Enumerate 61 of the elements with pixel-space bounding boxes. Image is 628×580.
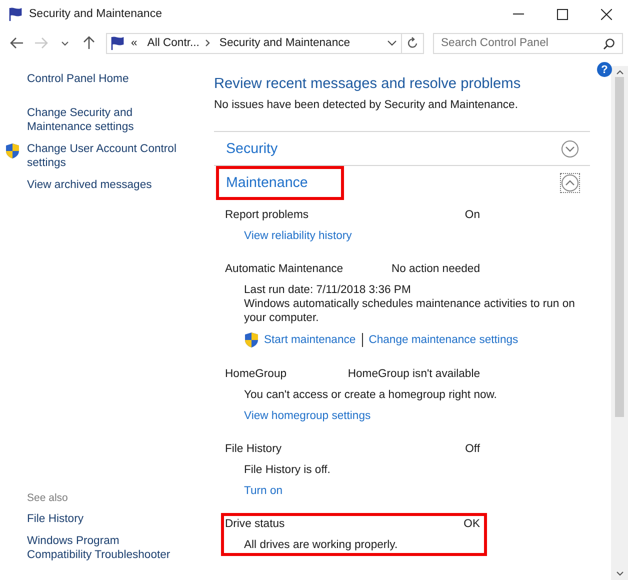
address-bar[interactable]: « All Contr... Security and Maintenance [106, 32, 424, 54]
item-label: HomeGroup [225, 367, 287, 381]
forward-arrow-icon [34, 37, 48, 49]
item-status: Off [465, 442, 480, 456]
close-icon [600, 8, 612, 20]
item-link[interactable]: View reliability history [244, 229, 352, 243]
collapse-button[interactable] [560, 172, 580, 192]
flag-icon [110, 36, 125, 50]
see-also-link[interactable]: File History [27, 512, 179, 526]
back-arrow-icon [10, 37, 24, 49]
shield-icon [5, 143, 20, 159]
item-link[interactable]: Start maintenance [264, 333, 356, 347]
window-title: Security and Maintenance [29, 8, 163, 20]
scrollbar[interactable] [611, 66, 628, 580]
sidebar-link[interactable]: View archived messages [27, 178, 179, 192]
maximize-icon [556, 8, 568, 20]
item-label: Report problems [225, 208, 309, 222]
item-label: File History [225, 442, 282, 456]
expand-button[interactable] [560, 138, 580, 158]
item-status: HomeGroup isn't available [348, 367, 480, 381]
caret-icon [61, 40, 69, 46]
chevron-down-icon [561, 140, 579, 158]
flag-icon [8, 6, 23, 22]
item-status: OK [464, 517, 480, 531]
breadcrumb[interactable]: Security and Maintenance [219, 37, 350, 49]
scroll-thumb[interactable] [615, 77, 624, 417]
shield-icon [244, 332, 259, 348]
item-detail: Last run date: 7/11/2018 3:36 PM [244, 283, 412, 297]
up-arrow-icon [83, 36, 95, 50]
section-header[interactable]: Maintenance [226, 174, 308, 190]
chevron-up-icon [561, 174, 579, 192]
chevron-right-icon [205, 39, 212, 47]
help-button[interactable]: ? [597, 62, 612, 77]
page-heading: Review recent messages and resolve problems [214, 76, 522, 92]
item-detail: File History is off. [244, 463, 332, 477]
breadcrumb-overflow[interactable]: « [131, 37, 138, 49]
see-also-heading: See also [27, 492, 69, 504]
refresh-icon [407, 37, 418, 49]
item-label: Automatic Maintenance [225, 262, 344, 276]
item-status: No action needed [391, 262, 480, 276]
sidebar-link[interactable]: Change User Account Control settings [27, 142, 179, 170]
item-link[interactable]: View homegroup settings [244, 409, 371, 423]
item-detail: You can't access or create a homegroup right now. [244, 388, 498, 402]
item-link[interactable]: Change maintenance settings [368, 333, 518, 347]
search-field[interactable]: Search Control Panel [433, 32, 623, 54]
item-label: Drive status [225, 517, 285, 531]
see-also-link[interactable]: Windows Program Compatibility Troubleshooter [27, 534, 179, 562]
section-header[interactable]: Security [226, 140, 278, 156]
breadcrumb[interactable]: All Contr... [147, 37, 200, 49]
item-detail: Windows automatically schedules maintenance activities to run on your computer. [244, 297, 576, 325]
item-link[interactable]: Turn on [244, 484, 283, 498]
dropdown-icon[interactable] [387, 40, 397, 46]
scroll-down-icon[interactable] [616, 571, 624, 576]
sidebar-link[interactable]: Change Security and Maintenance settings [27, 106, 179, 134]
search-icon [603, 38, 615, 50]
item-detail: All drives are working properly. [244, 538, 399, 552]
item-status: On [464, 208, 480, 222]
minimize-icon [512, 13, 524, 15]
scroll-up-icon[interactable] [616, 70, 624, 75]
sidebar-link[interactable]: Control Panel Home [27, 72, 179, 86]
status-summary: No issues have been detected by Security and Maintenance. [214, 99, 519, 111]
